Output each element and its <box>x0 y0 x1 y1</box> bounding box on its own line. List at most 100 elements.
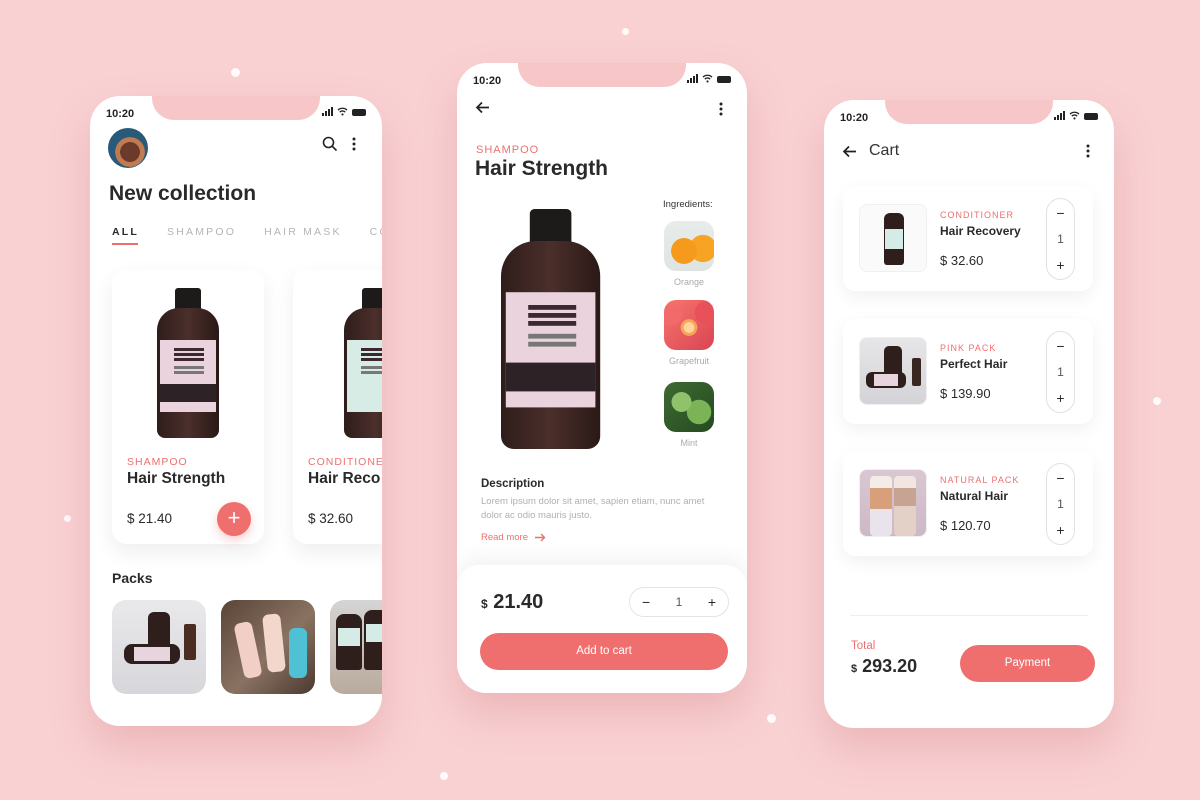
cart-header: Cart <box>842 142 899 160</box>
phone-notch <box>885 100 1053 124</box>
status-icons <box>1054 111 1098 120</box>
product-category: SHAMPOO <box>476 144 540 156</box>
quantity-value: 1 <box>1057 497 1064 511</box>
quantity-stepper: − 1 + <box>1046 198 1075 280</box>
more-vertical-icon[interactable] <box>1086 144 1090 158</box>
category-tabs: ALL SHAMPOO HAIR MASK CON <box>112 226 382 245</box>
quantity-stepper: − 1 + <box>1046 463 1075 545</box>
ingredient-grapefruit[interactable]: Grapefruit <box>663 300 715 366</box>
cart-item: PINK PACK Perfect Hair $ 139.90 − 1 + <box>843 319 1093 424</box>
grapefruit-image <box>664 300 714 350</box>
decrease-button[interactable]: − <box>1056 338 1064 354</box>
battery-icon <box>352 109 366 116</box>
cart-item-price: $ 120.70 <box>940 518 991 533</box>
cart-screen: 10:20 Cart CONDITIONER Hair Recovery $ 3… <box>824 100 1114 728</box>
add-to-cart-button[interactable]: Add to cart <box>480 633 728 670</box>
description-title: Description <box>481 478 545 490</box>
cart-item-name: Hair Recovery <box>940 224 1021 238</box>
decorative-dot <box>64 515 71 522</box>
cart-item-name: Natural Hair <box>940 489 1009 503</box>
cart-item-category: PINK PACK <box>940 343 997 353</box>
wifi-icon <box>337 107 348 116</box>
signal-icon <box>322 107 333 116</box>
decrease-button[interactable]: − <box>642 594 650 610</box>
product-name: Hair Strength <box>127 470 226 487</box>
cart-item-category: CONDITIONER <box>940 210 1014 220</box>
tab-all[interactable]: ALL <box>112 226 139 245</box>
product-image <box>501 209 601 449</box>
product-image <box>344 288 382 438</box>
decorative-dot <box>622 28 629 35</box>
add-button[interactable]: + <box>217 502 251 536</box>
product-price: $ 21.40 <box>481 591 543 614</box>
currency-symbol: $ <box>481 597 488 611</box>
phone-notch <box>152 96 320 120</box>
arrow-right-icon <box>534 533 546 542</box>
tab-hair-mask[interactable]: HAIR MASK <box>264 226 342 238</box>
read-more-link[interactable]: Read more <box>481 532 546 543</box>
pack-thumbnail[interactable] <box>112 600 206 694</box>
decorative-dot <box>1153 397 1161 405</box>
pack-thumbnail[interactable] <box>221 600 315 694</box>
cart-item-category: NATURAL PACK <box>940 475 1020 485</box>
ingredient-label: Grapefruit <box>668 356 710 366</box>
signal-icon <box>1054 111 1065 120</box>
ingredient-mint[interactable]: Mint <box>663 382 715 448</box>
product-image <box>157 288 219 438</box>
total-value: $ 293.20 <box>851 656 917 677</box>
ingredients-title: Ingredients: <box>663 199 713 210</box>
product-card[interactable]: CONDITIONE Hair Reco $ 32.60 <box>293 270 382 544</box>
ingredient-label: Mint <box>680 438 698 448</box>
tab-conditioner[interactable]: CON <box>370 226 382 238</box>
status-time: 10:20 <box>106 108 135 120</box>
cart-item-price: $ 139.90 <box>940 386 991 401</box>
ingredient-orange[interactable]: Orange <box>663 221 715 287</box>
collection-screen: 10:20 New collection ALL SHAMPOO HAIR MA… <box>90 96 382 726</box>
cart-item: CONDITIONER Hair Recovery $ 32.60 − 1 + <box>843 186 1093 291</box>
product-card[interactable]: SHAMPOO Hair Strength $ 21.40 + <box>112 270 264 544</box>
more-vertical-icon[interactable] <box>352 137 356 151</box>
decorative-dot <box>440 772 448 780</box>
increase-button[interactable]: + <box>1056 257 1064 273</box>
page-title: Cart <box>869 142 900 159</box>
currency-symbol: $ <box>851 663 858 675</box>
decrease-button[interactable]: − <box>1056 205 1064 221</box>
cart-item: NATURAL PACK Natural Hair $ 120.70 − 1 + <box>843 451 1093 556</box>
total-amount: 293.20 <box>862 656 918 676</box>
cart-item-image <box>859 204 927 272</box>
section-title-packs: Packs <box>112 570 153 586</box>
payment-button[interactable]: Payment <box>960 645 1095 682</box>
ingredient-label: Orange <box>673 277 705 287</box>
price-value: 21.40 <box>493 591 544 613</box>
decrease-button[interactable]: − <box>1056 470 1064 486</box>
quantity-stepper: − 1 + <box>1046 331 1075 413</box>
pack-thumbnail[interactable] <box>330 600 382 694</box>
status-icons <box>322 107 366 116</box>
search-icon[interactable] <box>322 136 338 152</box>
cart-item-image <box>859 469 927 537</box>
quantity-value: 1 <box>1057 365 1064 379</box>
avatar[interactable] <box>108 128 148 168</box>
product-price: $ 21.40 <box>127 511 173 526</box>
product-price: $ 32.60 <box>308 511 354 526</box>
quantity-value: 1 <box>1057 232 1064 246</box>
wifi-icon <box>702 74 713 83</box>
increase-button[interactable]: + <box>708 594 716 610</box>
product-title: Hair Strength <box>475 157 609 180</box>
product-detail-screen: 10:20 SHAMPOO Hair Strength Ingredients:… <box>457 63 747 693</box>
quantity-stepper: − 1 + <box>629 587 729 617</box>
product-name: Hair Reco <box>308 470 381 487</box>
tab-shampoo[interactable]: SHAMPOO <box>167 226 236 238</box>
back-arrow-icon[interactable] <box>475 101 490 114</box>
total-label: Total <box>851 640 876 652</box>
more-vertical-icon[interactable] <box>719 102 723 116</box>
back-arrow-icon[interactable] <box>842 145 857 158</box>
signal-icon <box>687 74 698 83</box>
phone-notch <box>518 63 686 87</box>
decorative-dot <box>767 714 776 723</box>
increase-button[interactable]: + <box>1056 390 1064 406</box>
orange-image <box>664 221 714 271</box>
mint-image <box>664 382 714 432</box>
increase-button[interactable]: + <box>1056 522 1064 538</box>
description-text: Lorem ipsum dolor sit amet, sapien etiam… <box>481 496 705 521</box>
